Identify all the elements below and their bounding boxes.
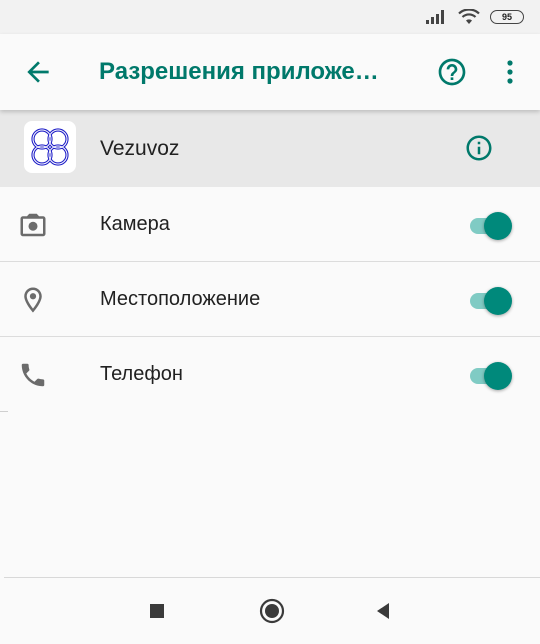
switch-thumb <box>484 212 512 240</box>
circle-icon <box>259 598 285 624</box>
permission-label: Камера <box>100 213 170 235</box>
back-button[interactable] <box>22 56 54 88</box>
help-button[interactable] <box>436 56 468 88</box>
navigation-bar <box>4 577 540 644</box>
permission-row-phone[interactable]: Телефон <box>0 337 540 412</box>
switch-thumb <box>484 287 512 315</box>
status-icons: 95 <box>426 8 524 26</box>
triangle-back-icon <box>377 603 389 619</box>
page-title: Разрешения приложе… <box>99 58 379 85</box>
switch-thumb <box>484 362 512 390</box>
nav-back-button[interactable] <box>368 596 398 626</box>
location-icon <box>24 287 42 313</box>
camera-toggle[interactable] <box>466 209 516 241</box>
wifi-icon <box>458 9 480 24</box>
toolbar: Разрешения приложе… <box>0 34 540 110</box>
camera-icon <box>20 213 46 237</box>
battery-icon: 95 <box>490 10 524 24</box>
back-arrow-icon <box>27 61 49 83</box>
divider <box>0 411 8 412</box>
permission-label: Телефон <box>100 363 183 385</box>
help-icon <box>438 58 466 86</box>
vezuvoz-logo-icon <box>31 128 69 166</box>
permission-row-location[interactable]: Местоположение <box>0 262 540 337</box>
location-toggle[interactable] <box>466 284 516 316</box>
more-vert-icon <box>507 60 513 84</box>
more-options-button[interactable] <box>498 56 522 88</box>
permission-label: Местоположение <box>100 288 261 310</box>
info-icon <box>466 135 492 161</box>
signal-icon <box>426 10 444 24</box>
app-header: Vezuvoz <box>0 110 540 187</box>
home-button[interactable] <box>257 596 287 626</box>
phone-toggle[interactable] <box>466 359 516 391</box>
status-bar: 95 <box>0 0 540 34</box>
phone-icon <box>21 363 45 387</box>
battery-level: 95 <box>501 12 512 22</box>
app-info-button[interactable] <box>464 133 494 163</box>
app-icon <box>24 121 76 173</box>
app-name: Vezuvoz <box>100 137 180 160</box>
recents-button[interactable] <box>142 596 172 626</box>
permission-row-camera[interactable]: Камера <box>0 187 540 262</box>
square-icon <box>150 604 164 618</box>
